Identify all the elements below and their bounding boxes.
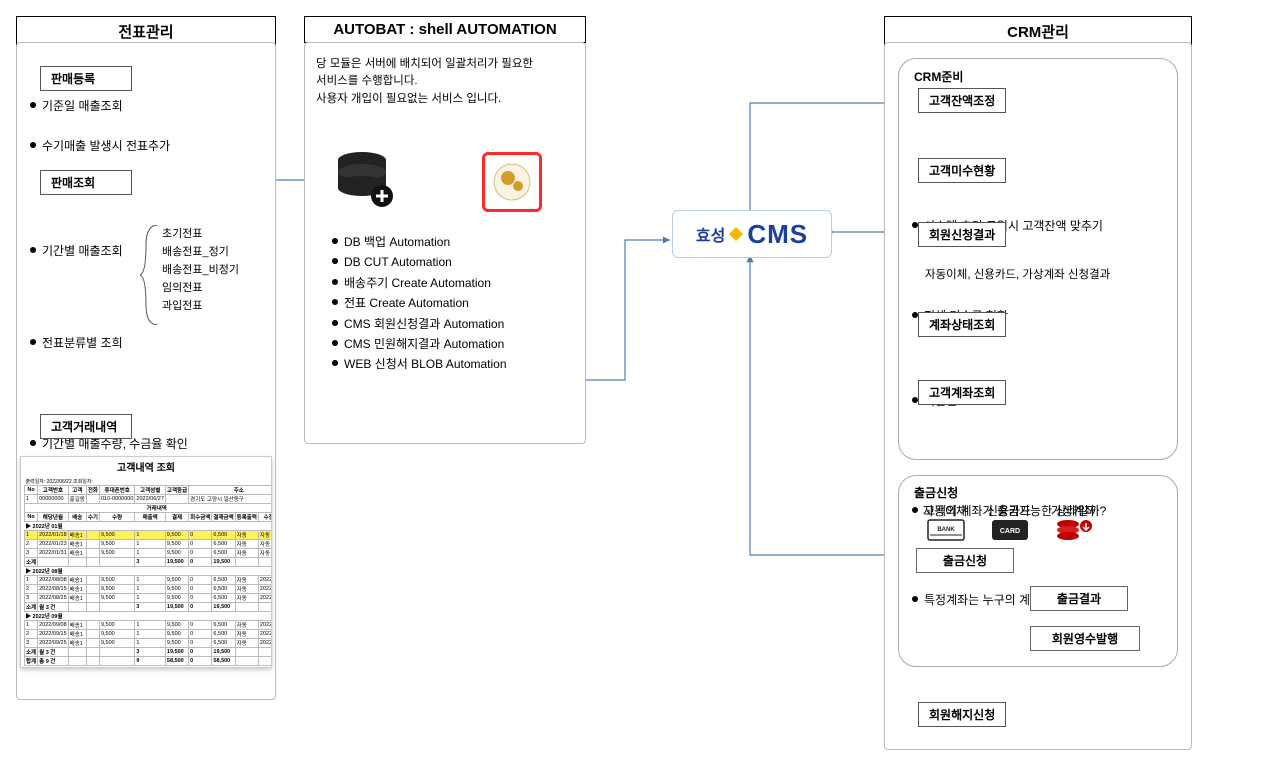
gear-automation-icon	[482, 152, 542, 212]
brace-icon	[140, 225, 160, 325]
btn-cust-account[interactable]: 고객계좌조회	[918, 380, 1006, 405]
btn-account-status[interactable]: 계좌상태조회	[918, 312, 1006, 337]
auto-delivery-cycle: 배송주기 Create Automation	[330, 273, 507, 293]
auto-cms-complaint: CMS 민원해지결과 Automation	[330, 334, 507, 354]
auto-cms-member: CMS 회원신청결과 Automation	[330, 314, 507, 334]
center-panel-title: AUTOBAT : shell AUTOMATION	[304, 16, 586, 43]
btn-member-cancel[interactable]: 회원해지신청	[918, 702, 1006, 727]
pay-card-label: 신용카드	[984, 502, 1034, 519]
slip-sub-5: 과입전표	[162, 298, 202, 315]
btn-cust-receivable[interactable]: 고객미수현황	[918, 158, 1006, 183]
withdraw-title: 출금신청	[914, 484, 958, 501]
center-desc: 당 모듈은 서버에 배치되어 일괄처리가 필요한 서비스를 수행합니다. 사용자…	[316, 56, 533, 108]
cms-prefix: 효성	[696, 222, 725, 246]
center-desc-2: 서비스를 수행합니다.	[316, 73, 533, 90]
database-plus-icon	[334, 150, 396, 210]
pay-auto-label: 자동이체	[920, 502, 970, 519]
coins-arrow-icon	[1054, 516, 1094, 544]
bank-passbook-icon: BANK	[926, 518, 966, 542]
diamond-icon	[729, 227, 743, 241]
svg-text:BANK: BANK	[937, 527, 955, 533]
slip-sub-4: 임의전표	[162, 280, 202, 297]
btn-sales-inquiry[interactable]: 판매조회	[40, 170, 132, 195]
text-member-result-b: 자동이체, 신용카드, 가상계좌 신청결과	[925, 266, 1110, 282]
svg-text:CARD: CARD	[1000, 528, 1020, 535]
btn-member-result[interactable]: 회원신청결과	[918, 222, 1006, 247]
crm-ready-title: CRM준비	[914, 68, 963, 85]
center-desc-3: 사용자 개입이 필요없는 서비스 입니다.	[316, 91, 533, 108]
flow-withdraw-request[interactable]: 출금신청	[916, 548, 1014, 573]
btn-customer-tx[interactable]: 고객거래내역	[40, 414, 132, 439]
slip-sub-2: 배송전표_정기	[162, 244, 229, 261]
report-table: 출력일자: 2022/06/22 조회일자: No고객번호고객전화휴대폰번호고객…	[24, 478, 271, 666]
btn-sales-register[interactable]: 판매등록	[40, 66, 132, 91]
auto-slip-create: 전표 Create Automation	[330, 293, 507, 313]
report-title: 고객내역 조회	[21, 457, 271, 476]
slip-sub-3: 배송전표_비정기	[162, 262, 239, 279]
slip-sub-1: 초기전표	[162, 226, 202, 243]
credit-card-icon: CARD	[990, 518, 1030, 542]
report-preview: 고객내역 조회 출력일자: 2022/06/22 조회일자: No고객번호고객전…	[20, 456, 272, 668]
center-desc-1: 당 모듈은 서버에 배치되어 일괄처리가 필요한	[316, 56, 533, 73]
flow-withdraw-result[interactable]: 출금결과	[1030, 586, 1128, 611]
auto-db-backup: DB 백업 Automation	[330, 232, 507, 252]
btn-cust-balance[interactable]: 고객잔액조정	[918, 88, 1006, 113]
flow-receipt-issue[interactable]: 회원영수발행	[1030, 626, 1140, 651]
cms-main: CMS	[747, 219, 808, 250]
hyosung-cms-logo: 효성 CMS	[672, 210, 832, 258]
center-list: DB 백업 Automation DB CUT Automation 배송주기 …	[330, 232, 507, 375]
auto-web-blob: WEB 신청서 BLOB Automation	[330, 354, 507, 374]
auto-db-cut: DB CUT Automation	[330, 252, 507, 272]
